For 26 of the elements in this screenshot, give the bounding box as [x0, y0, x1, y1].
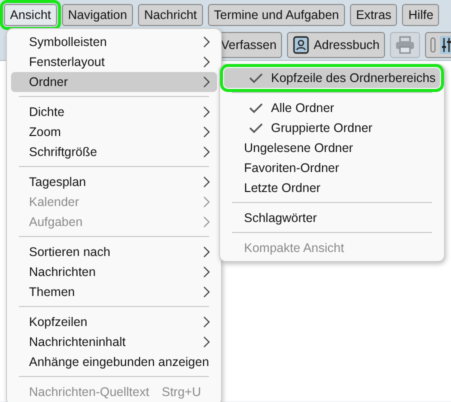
menu-item[interactable]: Dichte: [11, 102, 217, 122]
menu-item[interactable]: Sortieren nach: [11, 242, 217, 262]
menu-item[interactable]: Fensterlayout: [11, 52, 217, 72]
menu-item[interactable]: Kopfzeilen: [11, 312, 217, 332]
menu-item[interactable]: Favoriten-Ordner: [224, 158, 440, 178]
address-book-button[interactable]: Adressbuch: [286, 32, 385, 58]
menu-item[interactable]: Tagesplan: [11, 172, 217, 192]
menu-item[interactable]: Ordner: [11, 72, 217, 92]
menu-bar-item[interactable]: Navigation: [62, 4, 134, 26]
menu-item[interactable]: Schlagwörter: [224, 208, 440, 228]
menu-item[interactable]: Themen: [11, 282, 217, 302]
menu-item[interactable]: Schriftgröße: [11, 142, 217, 162]
menu-item[interactable]: Nachrichten: [11, 262, 217, 282]
menu-item[interactable]: Anhänge eingebunden anzeigen: [11, 352, 217, 372]
menu-item[interactable]: Nachrichteninhalt: [11, 332, 217, 352]
menu-bar-item[interactable]: Termine und Aufgaben: [208, 4, 345, 26]
menu-bar-item[interactable]: Extras: [350, 4, 398, 26]
menu-bar-item[interactable]: Nachricht: [138, 4, 203, 26]
menu-item[interactable]: Letzte Ordner: [224, 178, 440, 198]
menu-item[interactable]: Gruppierte Ordner: [224, 118, 440, 138]
menu-item[interactable]: Kopfzeile des Ordnerbereichs: [224, 68, 440, 88]
menu-item[interactable]: Alle Ordner: [224, 98, 440, 118]
menu-item[interactable]: Ungelesene Ordner: [224, 138, 440, 158]
menu-item[interactable]: Symbolleisten: [11, 32, 217, 52]
menu-item[interactable]: Zoom: [11, 122, 217, 142]
menu-bar-item[interactable]: Hilfe: [402, 4, 440, 26]
